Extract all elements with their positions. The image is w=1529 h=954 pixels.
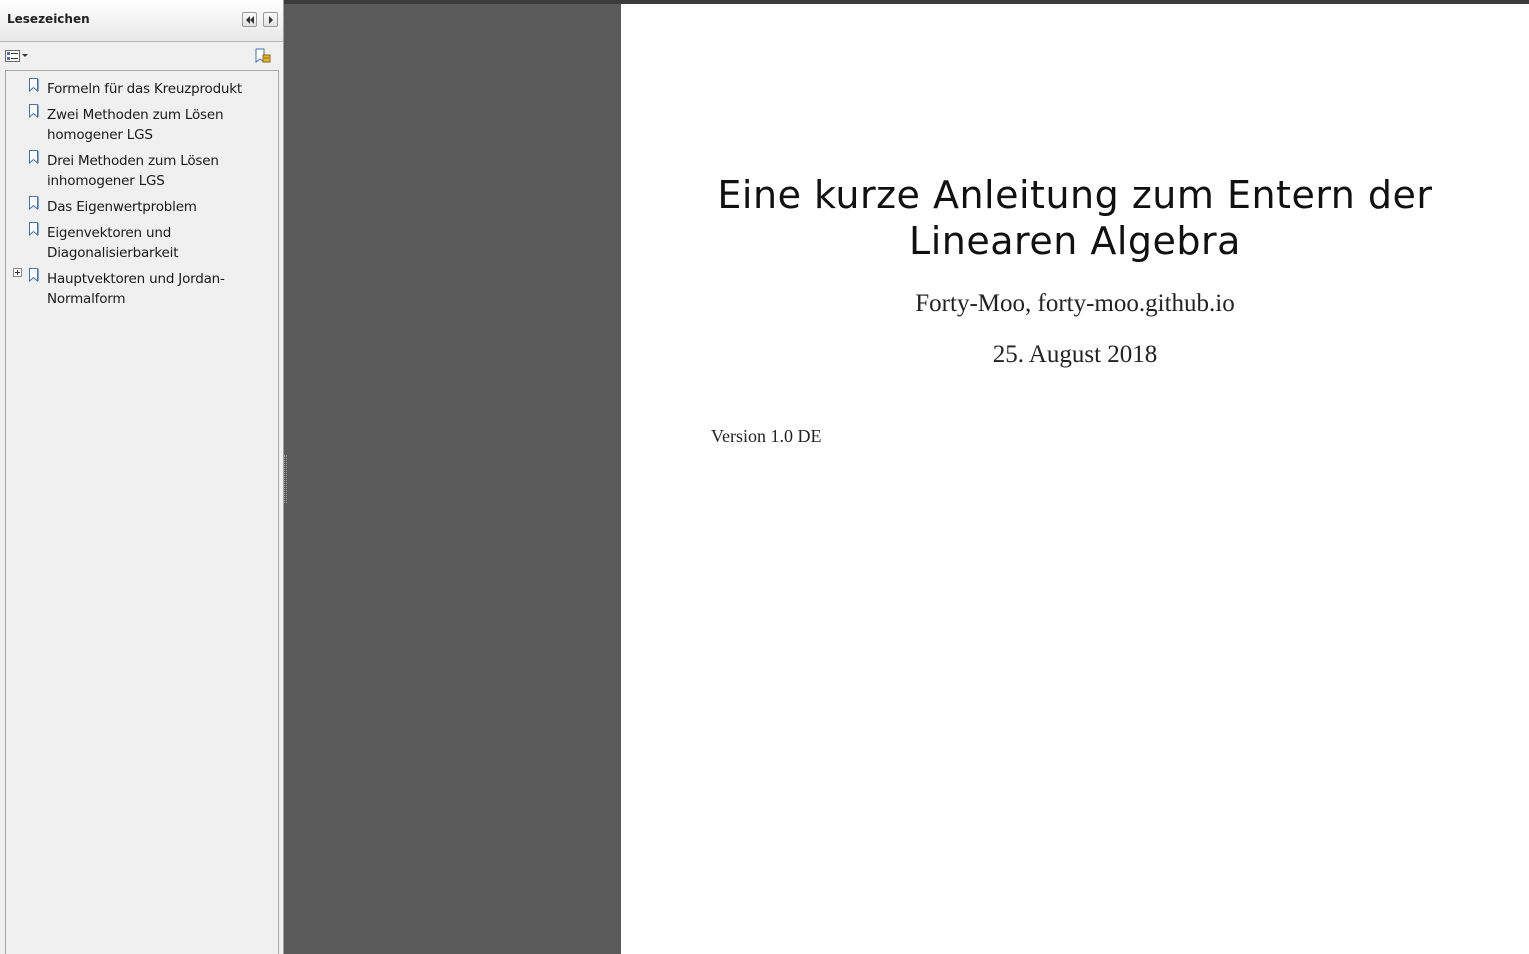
bookmark-icon	[29, 104, 39, 119]
panel-menu-button[interactable]	[263, 12, 278, 27]
document-author: Forty-Moo, forty-moo.github.io	[915, 290, 1235, 317]
bookmark-item[interactable]: Das Eigenwertproblem	[6, 195, 276, 217]
bookmark-icon	[29, 150, 39, 165]
bookmark-label[interactable]: Eigenvektoren und Diagonalisierbarkeit	[47, 223, 267, 263]
bookmarks-panel-header: Lesezeichen	[0, 0, 283, 42]
collapse-panel-button[interactable]	[242, 12, 257, 27]
document-title: Eine kurze Anleitung zum Entern der Line…	[621, 172, 1529, 264]
bookmark-item[interactable]: Hauptvektoren und Jordan-Normalform	[6, 267, 276, 309]
bookmark-icon	[29, 222, 39, 237]
bookmarks-panel-title: Lesezeichen	[7, 12, 90, 26]
bookmark-search-icon	[255, 48, 271, 63]
bookmark-label[interactable]: Formeln für das Kreuzprodukt	[47, 79, 267, 99]
bookmark-icon	[29, 268, 39, 283]
bookmarks-toolbar	[0, 42, 283, 70]
bookmark-icon	[29, 78, 39, 93]
document-date: 25. August 2018	[992, 341, 1158, 368]
bookmarks-panel: Lesezeichen Formeln für das Kreuzprodukt…	[0, 0, 284, 954]
bookmark-icon	[29, 196, 39, 211]
bookmark-item[interactable]: Zwei Methoden zum Lösen homogener LGS	[6, 103, 276, 145]
document-title-line-2: Linearen Algebra	[909, 219, 1241, 263]
document-page: Eine kurze Anleitung zum Entern der Line…	[621, 4, 1529, 954]
double-left-arrow-icon	[246, 16, 254, 24]
options-menu-button[interactable]	[4, 48, 30, 64]
options-list-icon	[5, 50, 28, 62]
find-bookmark-button[interactable]	[254, 47, 272, 65]
bookmark-label[interactable]: Drei Methoden zum Lösen inhomogener LGS	[47, 151, 267, 191]
bookmark-item[interactable]: Formeln für das Kreuzprodukt	[6, 77, 276, 99]
panel-resize-handle[interactable]	[284, 455, 287, 503]
document-version: Version 1.0 DE	[711, 426, 822, 446]
bookmarks-tree: Formeln für das Kreuzprodukt Zwei Method…	[5, 70, 279, 954]
bookmark-label[interactable]: Zwei Methoden zum Lösen homogener LGS	[47, 105, 267, 145]
bookmark-label[interactable]: Hauptvektoren und Jordan-Normalform	[47, 269, 267, 309]
expand-plus-icon[interactable]	[13, 268, 22, 277]
document-title-line-1: Eine kurze Anleitung zum Entern der	[717, 173, 1433, 217]
right-arrow-icon	[269, 16, 273, 24]
bookmark-item[interactable]: Drei Methoden zum Lösen inhomogener LGS	[6, 149, 276, 191]
bookmark-label[interactable]: Das Eigenwertproblem	[47, 197, 267, 217]
bookmark-item[interactable]: Eigenvektoren und Diagonalisierbarkeit	[6, 221, 276, 263]
